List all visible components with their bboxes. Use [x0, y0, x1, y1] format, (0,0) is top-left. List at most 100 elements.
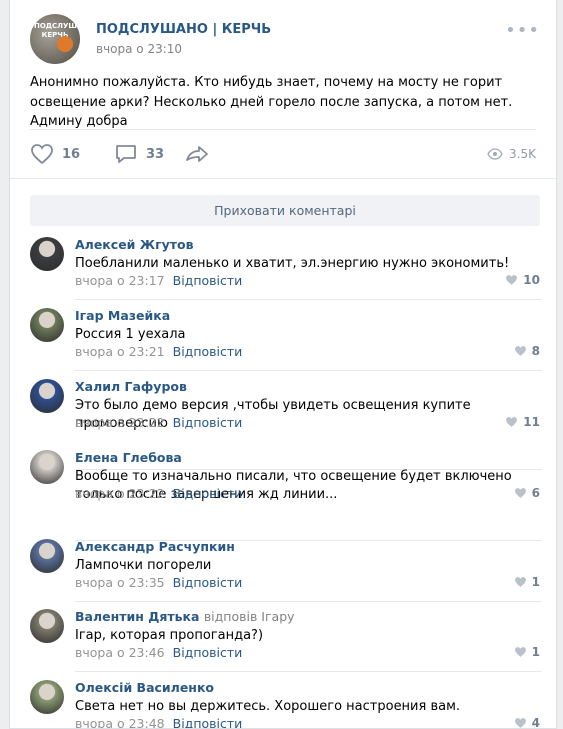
comment-author[interactable]: Халил Гафуров — [75, 379, 187, 394]
comment-like-count: 8 — [531, 344, 540, 358]
comment-item: Александр Расчупкин Лампочки погорели вчор… — [30, 539, 542, 609]
comment-author-link[interactable]: Елена Глебова — [75, 450, 182, 465]
comment-text: Поебланили маленько и хватит, эл.энергию… — [75, 256, 510, 271]
divider — [10, 178, 556, 179]
heart-icon — [31, 144, 53, 165]
comment-time[interactable]: вчора о 23:22 — [75, 486, 165, 501]
group-avatar[interactable]: ПОДСЛУШАНО КЕРЧЬ — [30, 14, 80, 64]
avatar[interactable] — [30, 308, 64, 342]
views-counter: 3.5K — [487, 140, 536, 168]
comment-divider — [75, 299, 542, 300]
share-arrow-icon — [186, 146, 208, 162]
like-count: 16 — [62, 146, 81, 162]
comment-like-count: 6 — [531, 486, 540, 500]
comment-author-link[interactable]: Олексій Василенко — [75, 680, 214, 695]
reply-button[interactable]: Відповісти — [173, 273, 243, 288]
fox-logo-icon — [57, 36, 73, 52]
comment-meta: вчора о 23:48 Відповісти — [75, 716, 243, 728]
group-name-link[interactable]: ПОДСЛУШАНО | КЕРЧЬ — [96, 22, 271, 37]
comment-author[interactable]: Александр Расчупкин — [75, 539, 235, 554]
comment-meta: вчора о 23:17 Відповісти — [75, 273, 242, 288]
eye-icon — [487, 148, 503, 160]
reply-button[interactable]: Відповісти — [173, 716, 243, 728]
reply-button[interactable]: Відповісти — [173, 645, 243, 660]
comment-like-button[interactable]: 1 — [514, 575, 540, 589]
post-card: ПОДСЛУШАНО КЕРЧЬ ПОДСЛУШАНО | КЕРЧЬ вчор… — [9, 0, 557, 729]
comment-icon — [116, 145, 136, 163]
share-button[interactable] — [184, 140, 210, 168]
comment-like-button[interactable]: 8 — [514, 344, 540, 358]
post-header: ПОДСЛУШАНО КЕРЧЬ ПОДСЛУШАНО | КЕРЧЬ вчор… — [30, 14, 542, 66]
avatar[interactable] — [30, 237, 64, 271]
avatar[interactable] — [30, 450, 64, 484]
comment-button[interactable]: 33 — [114, 140, 164, 168]
heart-icon — [514, 346, 526, 356]
comment-author[interactable]: Ігар Мазейка — [75, 308, 170, 323]
reply-button[interactable]: Відповісти — [173, 415, 243, 430]
more-dots-icon[interactable]: ••• — [505, 22, 540, 40]
comment-meta: вчора о 23:22 Відповісти — [75, 486, 242, 501]
comment-divider — [75, 671, 542, 672]
comment-like-count: 1 — [531, 575, 540, 589]
comment-like-count: 11 — [523, 415, 540, 429]
heart-icon — [506, 417, 518, 427]
avatar[interactable] — [30, 609, 64, 643]
comment-text: Лампочки погорели — [75, 558, 212, 573]
comment-like-button[interactable]: 6 — [514, 486, 540, 500]
heart-icon — [506, 275, 518, 285]
comment-author[interactable]: Валентин Дятька — [75, 609, 199, 624]
comment-time[interactable]: вчора о 23:48 — [75, 716, 165, 728]
comment-like-button[interactable]: 11 — [505, 415, 540, 429]
reply-button[interactable]: Відповісти — [173, 344, 243, 359]
comment-like-button[interactable]: 1 — [514, 645, 540, 659]
avatar[interactable] — [30, 680, 64, 714]
divider — [30, 129, 536, 130]
comment-author[interactable]: Алексей Жгутов — [75, 237, 194, 252]
comment-like-button[interactable]: 10 — [505, 273, 540, 287]
hide-comments-button[interactable]: Приховати коментарі — [30, 195, 540, 226]
comment-item: Елена Глебова Вообще то изначально писали… — [30, 450, 542, 541]
comment-text: Россия 1 уехала — [75, 327, 186, 342]
comment-divider — [75, 370, 542, 371]
comment-like-count: 10 — [523, 273, 540, 287]
comment-like-count: 1 — [531, 645, 540, 659]
comment-divider — [75, 601, 542, 602]
comment-author[interactable]: Елена Глебова — [75, 450, 182, 465]
heart-icon — [514, 577, 526, 587]
avatar[interactable] — [30, 379, 64, 413]
comment-author[interactable]: Олексій Василенко — [75, 680, 214, 695]
comment-meta: вчора о 23:35 Відповісти — [75, 575, 242, 590]
post-actions: 16 33 3.5K — [30, 140, 536, 168]
heart-icon — [514, 647, 526, 657]
comment-item: Валентин Дятька відповів Ігару Ігар, кото… — [30, 609, 542, 679]
comment-time[interactable]: вчора о 23:46 — [75, 645, 165, 660]
comment-time[interactable]: вчора о 23:35 — [75, 575, 165, 590]
like-button[interactable]: 16 — [30, 140, 80, 168]
views-count: 3.5K — [509, 147, 536, 161]
reply-to-label: відповів Ігару — [203, 609, 295, 624]
comment-count: 33 — [146, 146, 165, 162]
comment-author-link[interactable]: Александр Расчупкин — [75, 539, 235, 554]
comment-author-link[interactable]: Алексей Жгутов — [75, 237, 194, 252]
post-time[interactable]: вчора о 23:10 — [96, 42, 182, 56]
comment-author-link[interactable]: Ігар Мазейка — [75, 308, 170, 323]
post-text: Анонимно пожалуйста. Кто нибудь знает, п… — [30, 75, 513, 129]
reply-button[interactable]: Відповісти — [173, 486, 243, 501]
comment-time[interactable]: вчора о 23:22 — [75, 415, 165, 430]
comment-text: Света нет но вы держитесь. Хорошего наст… — [75, 699, 461, 714]
reply-button[interactable]: Відповісти — [173, 575, 243, 590]
comment-meta: вчора о 23:22 Відповісти — [75, 415, 242, 430]
comment-like-button[interactable]: 4 — [514, 716, 540, 728]
comment-item: Алексей Жгутов Поебланили маленько и хват… — [30, 237, 542, 307]
comment-item: Ігар Мазейка Россия 1 уехала вчора о 23:21… — [30, 308, 542, 378]
comment-item: Халил Гафуров Это было демо версия ,чтобы… — [30, 379, 542, 470]
comment-author-link[interactable]: Валентин Дятька відповів Ігару — [75, 609, 295, 624]
heart-icon — [514, 718, 526, 728]
comment-time[interactable]: вчора о 23:21 — [75, 344, 165, 359]
avatar[interactable] — [30, 539, 64, 573]
comment-text: Ігар, которая пропоганда?) — [75, 628, 264, 643]
comment-time[interactable]: вчора о 23:17 — [75, 273, 165, 288]
comment-meta: вчора о 23:46 Відповісти — [75, 645, 242, 660]
comment-meta: вчора о 23:21 Відповісти — [75, 344, 242, 359]
comment-author-link[interactable]: Халил Гафуров — [75, 379, 187, 394]
